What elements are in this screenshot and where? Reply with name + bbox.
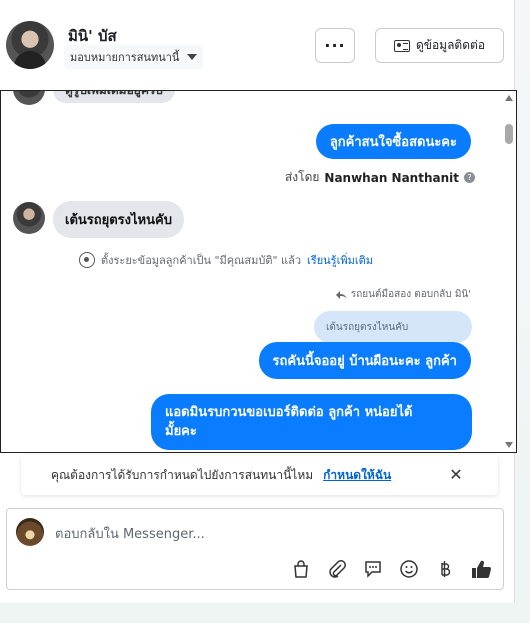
page-avatar (16, 518, 44, 546)
message-outgoing[interactable]: รถคันนี้จออยู่ บ้านผือนะคะ ลูกค้า (258, 342, 471, 379)
scroll-up-icon[interactable] (505, 95, 513, 101)
message-outgoing[interactable]: ลูกค้าสนใจซื้อสดนะคะ (315, 124, 471, 159)
message-line: แอดมินรบกวนขอเบอร์ติดต่อ ลูกค้า หน่อยได้ (165, 405, 413, 420)
lead-stage-icon (79, 252, 95, 268)
quoted-message[interactable]: เต้นรถยุตรงไหนคับ (314, 311, 472, 343)
reply-context: รถยนต์มือสอง ตอบกลับ มินิ' (335, 287, 471, 302)
contact-card-icon (393, 39, 410, 52)
message-line: มั้ยคะ (165, 424, 197, 439)
assign-to-me-link[interactable]: กำหนดให้ฉัน (323, 466, 391, 485)
message-composer: ตอบกลับใน Messenger... (6, 508, 504, 590)
close-icon[interactable]: ✕ (447, 465, 465, 484)
lead-status-notice: ตั้งระยะข้อมูลลูกค้าเป็น "มีคุณสมบัติ" แ… (79, 251, 373, 269)
scroll-down-icon[interactable] (505, 442, 513, 448)
avatar (13, 202, 45, 234)
payment-baht-icon[interactable] (433, 557, 457, 581)
sent-by-line: ส่งโดย Nanwhan Nanthanit ? (285, 168, 475, 187)
learn-more-link[interactable]: เรียนรู้เพิ่มเติม (307, 251, 373, 269)
assign-dropdown[interactable]: มอบหมายการสนทนานี้ (64, 45, 204, 69)
chevron-down-icon (187, 54, 198, 60)
conversation-header: มินิ' บัส มอบหมายการสนทนานี้ ··· ดูข้อมู… (0, 0, 515, 90)
scrollbar[interactable] (502, 91, 516, 452)
view-contact-label: ดูข้อมูลติดต่อ (415, 38, 486, 52)
sent-by-name: Nanwhan Nanthanit (324, 170, 459, 185)
view-contact-button[interactable]: ดูข้อมูลติดต่อ (375, 28, 504, 63)
shopping-bag-icon[interactable] (289, 557, 313, 581)
reply-input[interactable]: ตอบกลับใน Messenger... (55, 523, 205, 544)
scrollbar-thumb[interactable] (505, 124, 513, 144)
more-options-button[interactable]: ··· (315, 28, 355, 63)
thumbs-up-icon[interactable] (469, 557, 493, 581)
assign-label: มอบหมายการสนทนานี้ (70, 51, 180, 64)
message-incoming[interactable]: เต้นรถยุตรงไหนคับ (53, 201, 184, 238)
assign-prompt-text: คุณต้องการได้รับการกำหนดไปยังการสนทนานี้… (51, 467, 314, 482)
reply-context-label: รถยนต์มือสอง ตอบกลับ มินิ' (350, 289, 471, 300)
emoji-icon[interactable] (397, 557, 421, 581)
reply-arrow-icon (335, 290, 347, 299)
sent-by-prefix: ส่งโดย (284, 170, 320, 184)
composer-toolbar (289, 557, 493, 581)
message-incoming[interactable]: ดูรูปเพิ่มเติมอยู่ครับ (53, 91, 175, 103)
notice-text: ตั้งระยะข้อมูลลูกค้าเป็น "มีคุณสมบัติ" แ… (101, 254, 302, 267)
saved-reply-icon[interactable] (361, 557, 385, 581)
avatar (13, 91, 45, 105)
conversation-panel: มินิ' บัส มอบหมายการสนทนานี้ ··· ดูข้อมู… (0, 0, 517, 603)
help-icon[interactable]: ? (464, 172, 475, 183)
message-outgoing[interactable]: แอดมินรบกวนขอเบอร์ติดต่อ ลูกค้า หน่อยได้… (151, 394, 472, 450)
attachment-icon[interactable] (325, 557, 349, 581)
message-thread[interactable]: ดูรูปเพิ่มเติมอยู่ครับ ลูกค้าสนใจซื้อสดน… (0, 90, 517, 453)
assign-prompt-banner: คุณต้องการได้รับการกำหนดไปยังการสนทนานี้… (21, 455, 498, 495)
avatar[interactable] (6, 21, 54, 69)
